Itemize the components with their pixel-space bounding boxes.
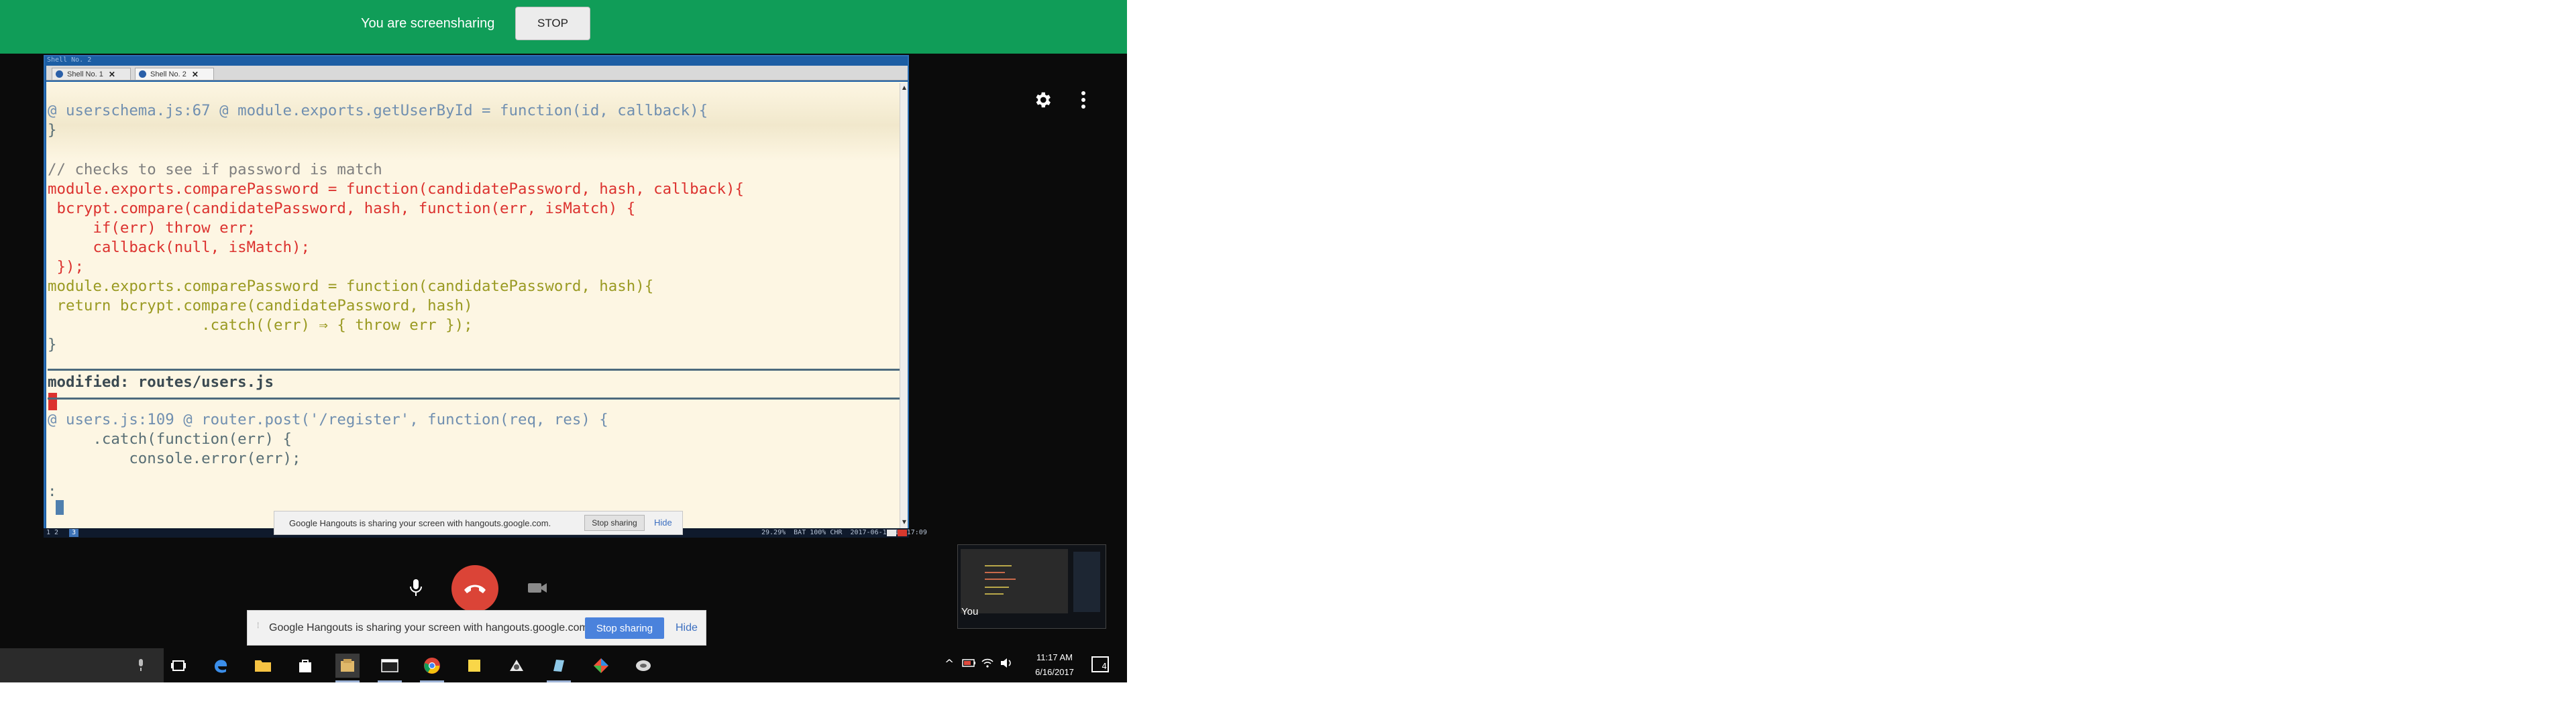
hunk-header: @ userschema.js:67 @ module.exports.getU…	[48, 102, 708, 119]
red-marker	[48, 393, 57, 410]
status-active-window: 3	[69, 529, 78, 537]
code-line: }	[48, 336, 57, 353]
hide-link[interactable]: Hide	[654, 518, 672, 528]
share-notification-text: Google Hangouts is sharing your screen w…	[269, 622, 592, 634]
status-windows: 1 2	[46, 529, 59, 536]
microphone-icon[interactable]	[134, 656, 148, 674]
hide-link[interactable]: Hide	[676, 622, 698, 634]
more-vert-icon[interactable]	[1075, 87, 1091, 113]
removed-line: bcrypt.compare(candidatePassword, hash, …	[48, 200, 636, 217]
tab-label: Shell No. 2	[150, 70, 186, 78]
hangup-icon	[464, 585, 486, 593]
file-explorer-icon[interactable]	[251, 654, 275, 678]
hunk-highlight	[46, 82, 908, 161]
removed-line: });	[48, 258, 84, 276]
hangup-button[interactable]	[451, 565, 498, 612]
removed-line: callback(null, isMatch);	[48, 239, 310, 256]
code-line: .catch(function(err) {	[48, 430, 292, 448]
self-view-label: You	[961, 606, 979, 617]
sticky-notes-icon[interactable]	[462, 654, 486, 678]
removed-line: module.exports.comparePassword = functio…	[48, 180, 744, 198]
mini-line	[985, 587, 1009, 588]
tab-shell-2[interactable]: Shell No. 2 ✕	[135, 68, 214, 80]
flag-icon	[898, 530, 907, 536]
task-view-icon[interactable]	[166, 654, 191, 678]
removed-line: if(err) throw err;	[48, 219, 256, 237]
modified-file-header: modified: routes/users.js	[48, 373, 274, 391]
scroll-down-icon[interactable]: ▼	[902, 519, 906, 525]
taskbar-clock[interactable]: 11:17 AM 6/16/2017	[1030, 650, 1079, 680]
inner-share-notification: Google Hangouts is sharing your screen w…	[274, 511, 683, 535]
code-line: console.error(err);	[48, 450, 301, 467]
store-icon[interactable]	[293, 654, 317, 678]
self-view-thumbnail[interactable]	[957, 544, 1106, 629]
share-notification-text: Google Hangouts is sharing your screen w…	[289, 518, 551, 528]
divider	[48, 369, 901, 371]
added-line: module.exports.comparePassword = functio…	[48, 278, 654, 295]
chrome-icon[interactable]	[420, 654, 444, 682]
files-app-icon[interactable]	[335, 654, 360, 682]
hunk-header: @ users.js:109 @ router.post('/register'…	[48, 411, 608, 428]
tab-shell-1[interactable]: Shell No. 1 ✕	[52, 68, 131, 80]
stop-sharing-button[interactable]: Stop sharing	[585, 617, 664, 639]
scrollbar[interactable]	[900, 83, 908, 529]
app-icon-2[interactable]	[547, 654, 571, 682]
clock-time: 11:17 AM	[1036, 652, 1073, 662]
added-line: .catch((err) ⇒ { throw err });	[48, 316, 473, 334]
terminal-content[interactable]: @ userschema.js:67 @ module.exports.getU…	[46, 82, 908, 529]
close-icon[interactable]: ✕	[109, 70, 115, 79]
share-notification-bar: ⁞ Google Hangouts is sharing your screen…	[247, 610, 706, 646]
tab-bar: Shell No. 1 ✕ Shell No. 2 ✕	[46, 66, 908, 80]
wifi-icon[interactable]	[981, 658, 994, 672]
divider	[48, 398, 901, 400]
edge-icon[interactable]	[209, 654, 233, 678]
flag-icon	[887, 530, 896, 536]
screenshare-banner: You are screensharing STOP	[0, 0, 1127, 54]
tab-label: Shell No. 1	[67, 70, 103, 78]
mini-screen-preview	[961, 549, 1068, 613]
mini-line	[985, 593, 1004, 595]
code-line: }	[48, 121, 57, 139]
code-comment: // checks to see if password is match	[48, 161, 382, 178]
stop-sharing-button[interactable]: Stop sharing	[584, 515, 645, 531]
windows-taskbar: ^ 11:17 AM 6/16/2017 4	[0, 648, 1127, 682]
notification-icon[interactable]: 4	[1091, 656, 1109, 672]
shell-icon	[139, 70, 146, 78]
terminal-window: Shell No. 2 Shell No. 1 ✕ Shell No. 2 ✕ …	[44, 55, 909, 536]
notification-count: 4	[1102, 662, 1107, 671]
terminal-icon[interactable]	[378, 654, 402, 682]
pager-prompt: :	[48, 483, 57, 500]
stop-screenshare-button[interactable]: STOP	[515, 7, 590, 40]
close-icon[interactable]: ✕	[192, 70, 199, 79]
taskbar-search[interactable]	[0, 648, 164, 682]
battery-icon[interactable]	[962, 658, 977, 671]
volume-icon[interactable]	[1000, 658, 1013, 672]
microphone-icon[interactable]	[401, 573, 431, 603]
mini-line	[985, 572, 1005, 573]
screenshare-message: You are screensharing	[361, 16, 495, 31]
mini-sidebar	[1073, 552, 1100, 612]
app-icon-1[interactable]	[504, 654, 529, 678]
drag-handle-icon[interactable]: ⁞	[257, 621, 259, 630]
mini-line	[985, 565, 1012, 566]
chevron-up-icon[interactable]: ^	[945, 658, 954, 671]
blank-area	[1127, 0, 2576, 724]
git-icon[interactable]	[589, 654, 613, 678]
camera-off-icon[interactable]	[523, 573, 552, 603]
window-title: Shell No. 2	[47, 56, 92, 64]
app-icon-3[interactable]	[631, 654, 655, 678]
scroll-up-icon[interactable]: ▲	[902, 84, 906, 90]
mini-line	[985, 579, 1016, 580]
shell-icon	[56, 70, 63, 78]
added-line: return bcrypt.compare(candidatePassword,…	[48, 297, 473, 314]
gear-icon[interactable]	[1030, 87, 1055, 113]
blank-strip	[0, 682, 1127, 724]
text-cursor	[56, 500, 64, 515]
clock-date: 6/16/2017	[1035, 667, 1074, 677]
shared-screen: You are screensharing STOP Shell No. 2 S…	[0, 0, 1127, 682]
